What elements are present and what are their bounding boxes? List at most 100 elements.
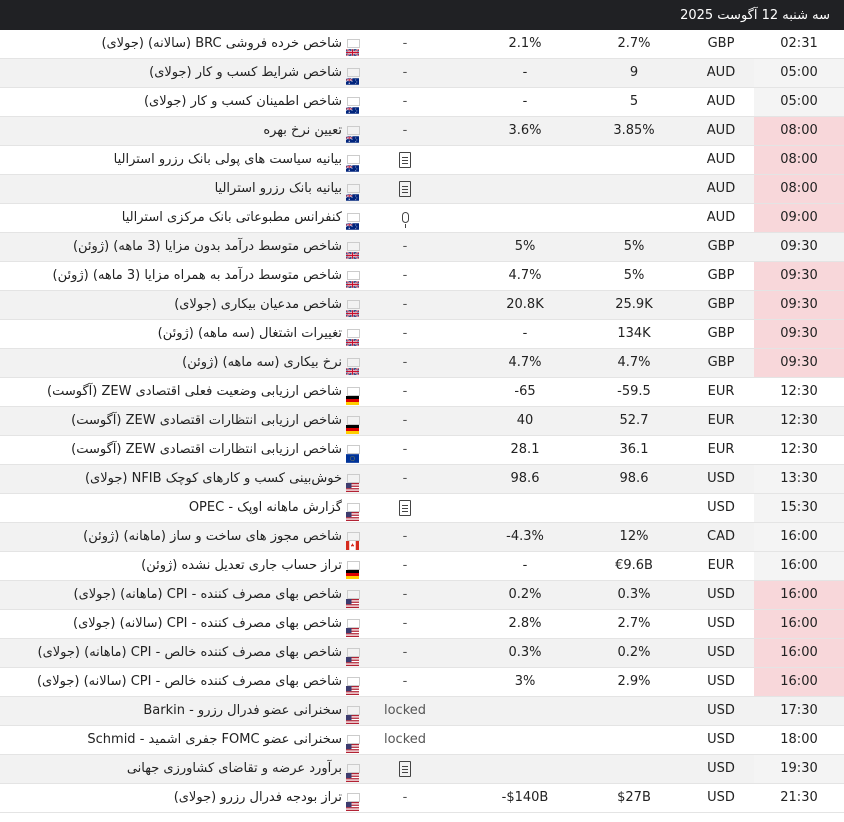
microphone-icon[interactable] — [401, 212, 409, 228]
event-name[interactable]: شاخص اطمینان کسب و کار (جولای) — [144, 94, 342, 109]
table-row[interactable]: 18:00 USD locked سخنرانی عضو FOMC جفری اشمی… — [0, 726, 844, 755]
event-name-cell[interactable]: شاخص مدعیان بیکاری (جولای) — [0, 291, 360, 319]
event-name[interactable]: شاخص متوسط درآمد به همراه مزایا (3 ماهه)… — [53, 268, 342, 283]
table-row[interactable]: 09:30 GBP 134K - - تغییرات اشتغال (سه ماهه) (… — [0, 320, 844, 349]
event-name-cell[interactable]: خوش‌بینی کسب و کارهای کوچک NFIB (جولای) — [0, 465, 360, 493]
event-name-cell[interactable]: سخنرانی عضو فدرال رزرو - Barkin — [0, 697, 360, 725]
event-name[interactable]: شاخص متوسط درآمد بدون مزایا (3 ماهه) (ژو… — [73, 239, 342, 254]
event-name[interactable]: تعیین نرخ بهره — [263, 123, 342, 138]
event-name-cell[interactable]: شاخص بهای مصرف کننده - CPI (سالانه) (جول… — [0, 610, 360, 638]
table-row[interactable]: 15:30 USD گزارش ماهانه اوپک - OPEC — [0, 494, 844, 523]
table-row[interactable]: 08:00 AUD بیانیه سیاست های پولی بانک رزرو … — [0, 146, 844, 175]
event-name-cell[interactable]: گزارش ماهانه اوپک - OPEC — [0, 494, 360, 522]
event-name-cell[interactable]: برآورد عرضه و تقاضای کشاورزی جهانی — [0, 755, 360, 783]
actual-value: 0.3% — [508, 645, 542, 660]
event-name[interactable]: نرخ بیکاری (سه ماهه) (ژوئن) — [182, 355, 342, 370]
forecast-value — [584, 755, 684, 783]
event-name-cell[interactable]: شاخص ارزیابی انتظارات اقتصادی ZEW (آگوست… — [0, 436, 360, 464]
event-name[interactable]: تغییرات اشتغال (سه ماهه) (ژوئن) — [158, 326, 342, 341]
document-icon[interactable] — [399, 180, 411, 197]
table-row[interactable]: 16:00 USD 0.2% 0.3% - شاخص بهای مصرف کننده خا… — [0, 639, 844, 668]
forecast-value: 12% — [619, 529, 649, 544]
event-name-cell[interactable]: شاخص خرده فروشی BRC (سالانه) (جولای) — [0, 30, 360, 58]
event-marker — [370, 146, 440, 174]
event-name[interactable]: تراز حساب جاری تعدیل نشده (ژوئن) — [141, 558, 342, 573]
event-name-cell[interactable]: شاخص مجوز های ساخت و ساز (ماهانه) (ژوئن) — [0, 523, 360, 551]
event-marker: - — [370, 117, 440, 145]
event-name[interactable]: شاخص خرده فروشی BRC (سالانه) (جولای) — [101, 36, 342, 51]
event-name-cell[interactable]: سخنرانی عضو FOMC جفری اشمید - Schmid — [0, 726, 360, 754]
event-name-cell[interactable]: شاخص ارزیابی وضعیت فعلی اقتصادی ZEW (آگو… — [0, 378, 360, 406]
event-name[interactable]: سخنرانی عضو فدرال رزرو - Barkin — [143, 703, 342, 718]
event-name[interactable]: شاخص شرایط کسب و کار (جولای) — [149, 65, 342, 80]
document-icon[interactable] — [399, 760, 411, 777]
event-name-cell[interactable]: تعیین نرخ بهره — [0, 117, 360, 145]
event-name-cell[interactable]: بیانیه بانک رزرو استرالیا — [0, 175, 360, 203]
economic-calendar-table: 02:31 GBP 2.7% 2.1% - شاخص خرده فروشی BRC (سا… — [0, 30, 844, 813]
table-row[interactable]: 12:30 EUR -59.5 -65 - شاخص ارزیابی وضعیت فعلی… — [0, 378, 844, 407]
table-row[interactable]: 16:00 USD 2.9% 3% - شاخص بهای مصرف کننده خالص… — [0, 668, 844, 697]
event-name[interactable]: شاخص مجوز های ساخت و ساز (ماهانه) (ژوئن) — [83, 529, 342, 544]
event-name-cell[interactable]: شاخص بهای مصرف کننده خالص - CPI (سالانه)… — [0, 668, 360, 696]
event-name-cell[interactable]: تراز حساب جاری تعدیل نشده (ژوئن) — [0, 552, 360, 580]
event-name-cell[interactable]: تغییرات اشتغال (سه ماهه) (ژوئن) — [0, 320, 360, 348]
forecast-value: -59.5 — [617, 384, 651, 399]
event-name-cell[interactable]: شاخص شرایط کسب و کار (جولای) — [0, 59, 360, 87]
table-row[interactable]: 09:30 GBP 5% 4.7% - شاخص متوسط درآمد به همراه… — [0, 262, 844, 291]
event-marker: - — [370, 581, 440, 609]
marker-text: - — [402, 558, 408, 573]
event-name-cell[interactable]: بیانیه سیاست های پولی بانک رزرو استرالیا — [0, 146, 360, 174]
table-row[interactable]: 09:00 AUD کنفرانس مطبوعاتی بانک مرکزی استر… — [0, 204, 844, 233]
event-name[interactable]: شاخص مدعیان بیکاری (جولای) — [174, 297, 342, 312]
table-row[interactable]: 08:00 AUD بیانیه بانک رزرو استرالیا — [0, 175, 844, 204]
event-name[interactable]: سخنرانی عضو FOMC جفری اشمید - Schmid — [87, 732, 342, 747]
table-row[interactable]: 12:30 EUR 36.1 28.1 - شاخص ارزیابی انتظارات ا… — [0, 436, 844, 465]
event-name-cell[interactable]: شاخص اطمینان کسب و کار (جولای) — [0, 88, 360, 116]
event-name-cell[interactable]: شاخص ارزیابی انتظارات اقتصادی ZEW (آگوست… — [0, 407, 360, 435]
event-name[interactable]: شاخص بهای مصرف کننده - CPI (سالانه) (جول… — [73, 616, 342, 631]
table-row[interactable]: 08:00 AUD 3.85% 3.6% - تعیین نرخ بهره — [0, 117, 844, 146]
table-row[interactable]: 13:30 USD 98.6 98.6 - خوش‌بینی کسب و کارهای ک… — [0, 465, 844, 494]
event-marker: locked — [370, 697, 440, 725]
table-row[interactable]: 05:00 AUD 5 - - شاخص اطمینان کسب و کار (جولای… — [0, 88, 844, 117]
forecast-value — [584, 175, 684, 203]
table-row[interactable]: 21:30 USD $27B -$140B - تراز بودجه فدرال رزرو… — [0, 784, 844, 813]
document-icon[interactable] — [399, 151, 411, 168]
event-name-cell[interactable]: شاخص بهای مصرف کننده خالص - CPI (ماهانه)… — [0, 639, 360, 667]
event-name[interactable]: بیانیه سیاست های پولی بانک رزرو استرالیا — [114, 152, 342, 167]
table-row[interactable]: 02:31 GBP 2.7% 2.1% - شاخص خرده فروشی BRC (سا… — [0, 30, 844, 59]
event-name[interactable]: شاخص بهای مصرف کننده خالص - CPI (سالانه)… — [37, 674, 342, 689]
event-name[interactable]: کنفرانس مطبوعاتی بانک مرکزی استرالیا — [122, 210, 342, 225]
event-name[interactable]: خوش‌بینی کسب و کارهای کوچک NFIB (جولای) — [85, 471, 342, 486]
event-name-cell[interactable]: شاخص بهای مصرف کننده - CPI (ماهانه) (جول… — [0, 581, 360, 609]
event-name[interactable]: شاخص ارزیابی وضعیت فعلی اقتصادی ZEW (آگو… — [47, 384, 342, 399]
table-row[interactable]: 09:30 GBP 5% 5% - شاخص متوسط درآمد بدون مزایا… — [0, 233, 844, 262]
uk-flag-icon — [345, 300, 360, 318]
table-row[interactable]: 16:00 USD 2.7% 2.8% - شاخص بهای مصرف کننده - … — [0, 610, 844, 639]
event-name[interactable]: شاخص ارزیابی انتظارات اقتصادی ZEW (آگوست… — [71, 413, 342, 428]
table-row[interactable]: 09:30 GBP 25.9K 20.8K - شاخص مدعیان بیکاری (ج… — [0, 291, 844, 320]
table-row[interactable]: 16:00 EUR €9.6B - - تراز حساب جاری تعدیل نشده… — [0, 552, 844, 581]
table-row[interactable]: 17:30 USD locked سخنرانی عضو فدرال رزرو - B… — [0, 697, 844, 726]
event-name[interactable]: تراز بودجه فدرال رزرو (جولای) — [174, 790, 342, 805]
table-row[interactable]: 09:30 GBP 4.7% 4.7% - نرخ بیکاری (سه ماهه) (ژ… — [0, 349, 844, 378]
table-row[interactable]: 19:30 USD برآورد عرضه و تقاضای کشاورزی جها… — [0, 755, 844, 784]
event-marker: - — [370, 668, 440, 696]
event-name[interactable]: بیانیه بانک رزرو استرالیا — [215, 181, 342, 196]
marker-text: - — [402, 384, 408, 399]
table-row[interactable]: 05:00 AUD 9 - - شاخص شرایط کسب و کار (جولای) — [0, 59, 844, 88]
event-name[interactable]: شاخص بهای مصرف کننده - CPI (ماهانه) (جول… — [74, 587, 342, 602]
event-name[interactable]: برآورد عرضه و تقاضای کشاورزی جهانی — [127, 761, 342, 776]
event-name-cell[interactable]: شاخص متوسط درآمد بدون مزایا (3 ماهه) (ژو… — [0, 233, 360, 261]
table-row[interactable]: 16:00 USD 0.3% 0.2% - شاخص بهای مصرف کننده - … — [0, 581, 844, 610]
event-name-cell[interactable]: کنفرانس مطبوعاتی بانک مرکزی استرالیا — [0, 204, 360, 232]
event-name-cell[interactable]: نرخ بیکاری (سه ماهه) (ژوئن) — [0, 349, 360, 377]
document-icon[interactable] — [399, 499, 411, 516]
table-row[interactable]: 12:30 EUR 52.7 40 - شاخص ارزیابی انتظارات اقت… — [0, 407, 844, 436]
event-name[interactable]: گزارش ماهانه اوپک - OPEC — [189, 500, 342, 515]
event-name[interactable]: شاخص بهای مصرف کننده خالص - CPI (ماهانه)… — [38, 645, 343, 660]
event-name[interactable]: شاخص ارزیابی انتظارات اقتصادی ZEW (آگوست… — [71, 442, 342, 457]
event-name-cell[interactable]: تراز بودجه فدرال رزرو (جولای) — [0, 784, 360, 812]
table-row[interactable]: 16:00 CAD 12% -4.3% - شاخص مجوز های ساخت و سا… — [0, 523, 844, 552]
event-name-cell[interactable]: شاخص متوسط درآمد به همراه مزایا (3 ماهه)… — [0, 262, 360, 290]
